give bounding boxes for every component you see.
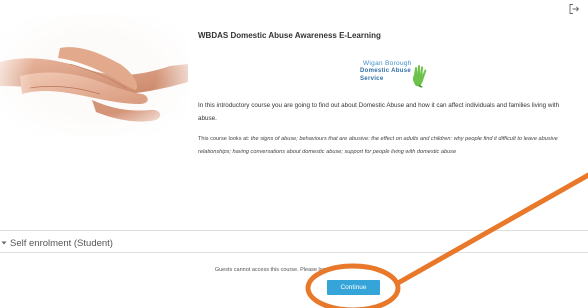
logout-icon[interactable] [568, 3, 580, 15]
course-title[interactable]: WBDAS Domestic Abuse Awareness E-Learnin… [198, 31, 381, 40]
logo-line-2: Domestic Abuse [360, 68, 411, 74]
green-hand-icon [412, 65, 427, 88]
summary-prefix: This course looks at: [198, 136, 251, 142]
summary-topics: the signs of abuse; behaviours that are … [198, 136, 558, 155]
course-summary: This course looks at: the signs of abuse… [198, 133, 580, 159]
guest-access-message: Guests cannot access this course. Please… [214, 267, 334, 273]
course-image [0, 14, 188, 136]
logo-line-3: Service [360, 76, 384, 82]
divider [0, 230, 588, 231]
self-enrolment-section-toggle[interactable]: Self enrolment (Student) [0, 236, 113, 250]
section-title: Self enrolment (Student) [10, 237, 113, 249]
continue-button[interactable]: Continue [327, 280, 380, 295]
course-intro: In this introductory course you are goin… [198, 102, 560, 122]
logo-line-1: Wigan Borough [363, 60, 412, 67]
divider [0, 252, 588, 253]
wigan-borough-logo: Wigan Borough Domestic Abuse Service [360, 60, 432, 96]
chevron-down-icon [1, 241, 7, 245]
